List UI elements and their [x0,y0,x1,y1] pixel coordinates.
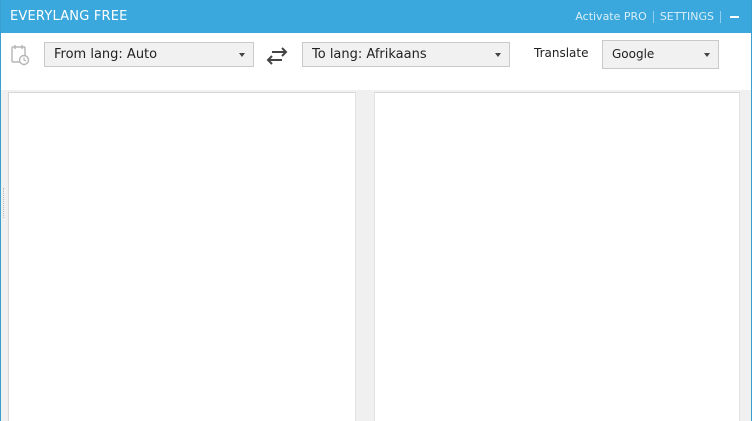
chevron-down-icon [704,53,710,57]
to-lang-select[interactable]: To lang: Afrikaans [302,42,510,67]
title-bar: EVERYLANG FREE Activate PRO SETTINGS [1,0,751,33]
resize-grip[interactable] [3,188,5,218]
engine-label: Google [612,47,655,61]
toolbar: From lang: Auto To lang: Afrikaans Trans… [1,33,751,90]
engine-select[interactable]: Google [602,40,719,69]
to-lang-label: To lang: Afrikaans [312,47,427,62]
target-text-output[interactable] [375,93,739,421]
translate-button[interactable]: Translate [528,46,595,64]
swap-arrows-icon[interactable] [264,45,290,67]
chevron-down-icon [239,53,245,57]
minimize-button[interactable] [721,11,739,22]
title-bar-links: Activate PRO SETTINGS [569,10,739,23]
activate-pro-link[interactable]: Activate PRO [569,10,653,23]
settings-link[interactable]: SETTINGS [654,10,720,23]
minimize-icon [730,16,739,18]
app-title: EVERYLANG FREE [10,9,128,24]
from-lang-select[interactable]: From lang: Auto [44,42,254,67]
source-text-input[interactable] [9,93,355,421]
chevron-down-icon [495,53,501,57]
app-window: EVERYLANG FREE Activate PRO SETTINGS Fro… [0,0,752,421]
target-text-pane [374,92,740,421]
history-icon[interactable] [10,44,30,66]
from-lang-label: From lang: Auto [54,47,158,62]
source-text-pane [8,92,356,421]
translation-panes [1,90,751,421]
